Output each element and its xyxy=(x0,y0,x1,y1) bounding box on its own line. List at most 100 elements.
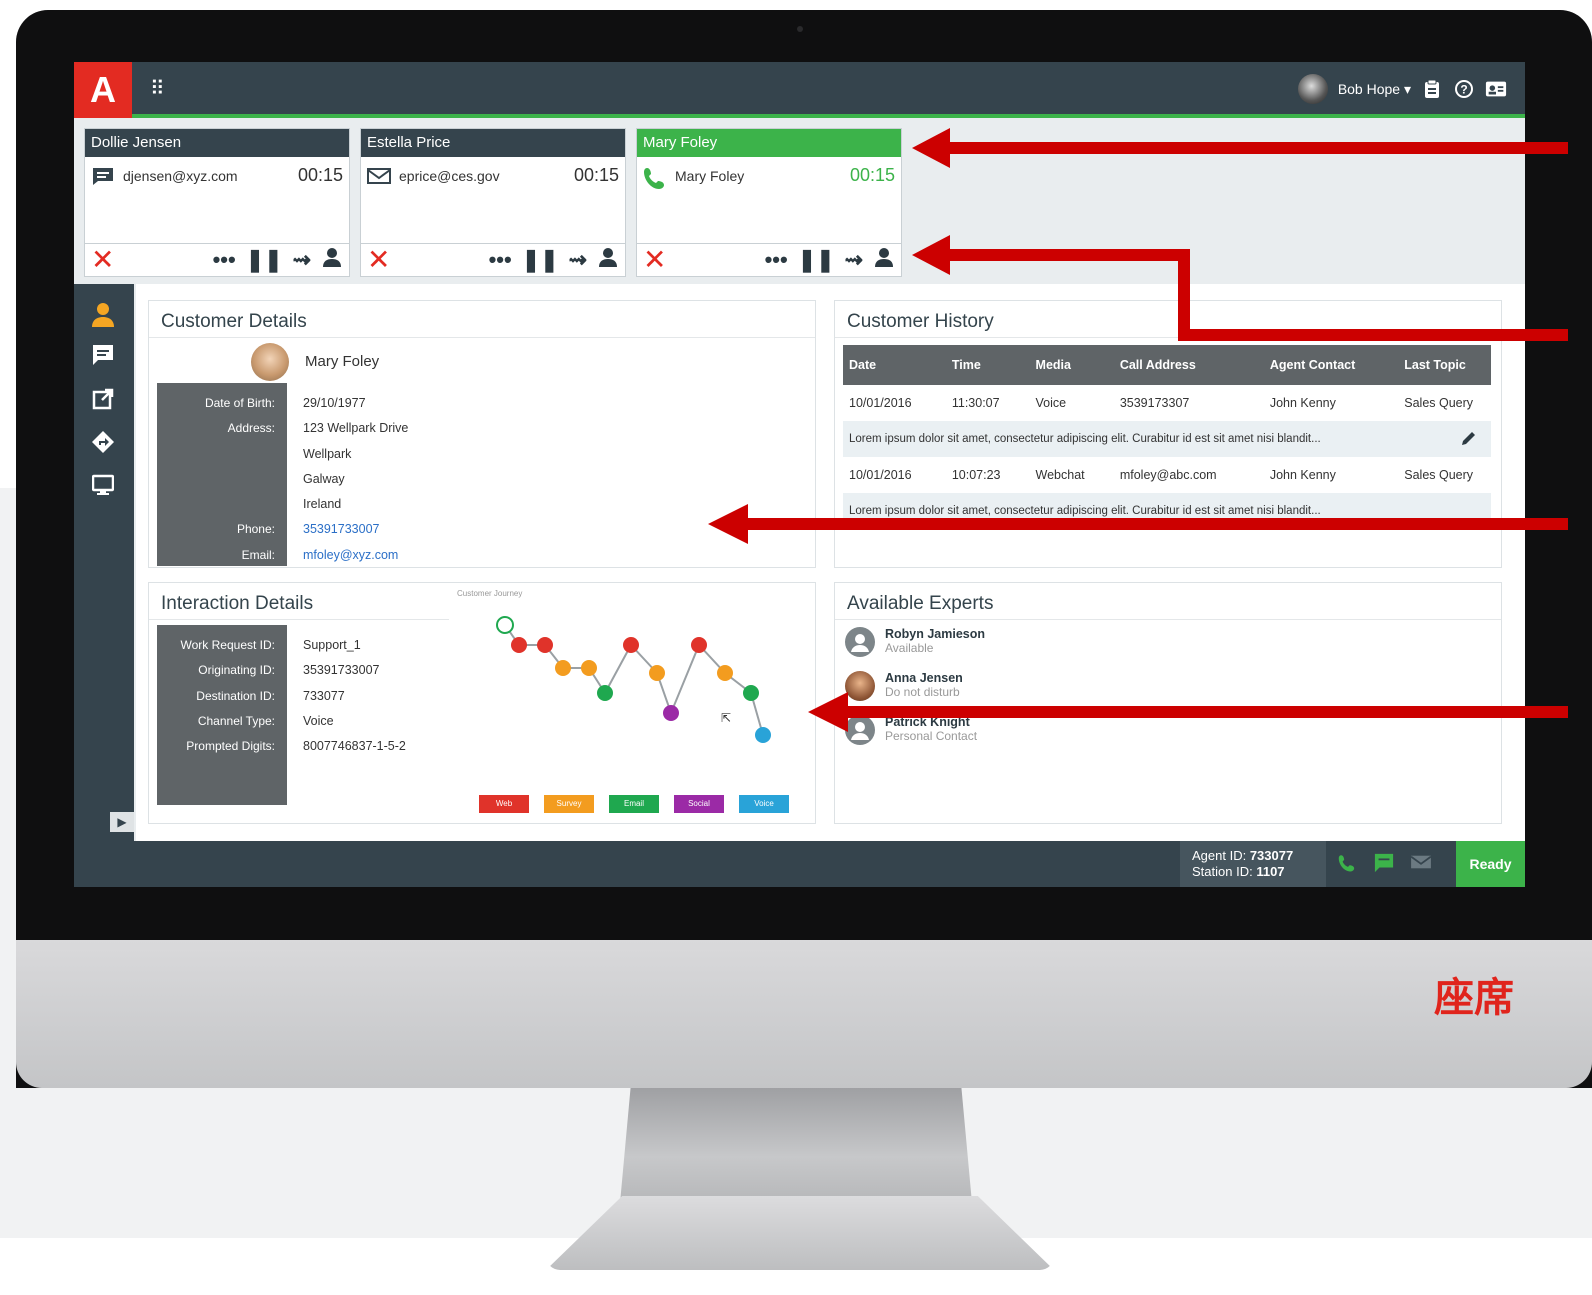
station-id-label: Station ID: xyxy=(1192,864,1253,879)
journey-point[interactable] xyxy=(555,660,571,676)
table-note-row[interactable]: Lorem ipsum dolor sit amet, consectetur … xyxy=(843,493,1491,529)
journey-point[interactable] xyxy=(755,727,771,743)
journey-point[interactable] xyxy=(663,705,679,721)
expert-status: Available xyxy=(885,641,934,655)
field-label: Channel Type: xyxy=(197,713,275,728)
cell-topic: Sales Query xyxy=(1404,468,1474,482)
clipboard-icon[interactable] xyxy=(1421,78,1443,100)
email-link[interactable]: mfoley@xyz.com xyxy=(303,543,408,568)
end-call-button[interactable]: ✕ xyxy=(367,245,407,275)
column-header[interactable]: Media xyxy=(1029,345,1114,385)
station-id-value: 1107 xyxy=(1256,864,1285,879)
cell-address: 3539173307 xyxy=(1119,396,1190,410)
expert-status: Personal Contact xyxy=(885,729,978,743)
journey-point[interactable] xyxy=(691,637,707,653)
expert-item[interactable]: Patrick Knight Personal Contact xyxy=(845,715,977,745)
journey-point[interactable] xyxy=(597,685,613,701)
expand-sidebar-button[interactable]: ▶ xyxy=(110,812,134,832)
cell-agent: John Kenny xyxy=(1269,396,1336,410)
field-label: Originating ID: xyxy=(198,663,275,678)
legend-item[interactable]: Voice xyxy=(739,795,789,813)
hold-icon[interactable]: ❚❚ xyxy=(798,247,835,273)
edit-icon[interactable] xyxy=(1398,421,1491,457)
field-value: Support_1 xyxy=(303,638,361,652)
journey-point[interactable] xyxy=(717,665,733,681)
column-header[interactable]: Agent Contact xyxy=(1263,345,1399,385)
transfer-icon[interactable]: ⇝ xyxy=(845,247,863,273)
journey-point[interactable] xyxy=(581,660,597,676)
transfer-icon[interactable]: ⇝ xyxy=(293,247,311,273)
ready-button[interactable]: Ready xyxy=(1456,841,1525,887)
legend-item[interactable]: Web xyxy=(479,795,529,813)
legend-item[interactable]: Social xyxy=(674,795,724,813)
open-external-icon[interactable] xyxy=(90,388,116,414)
expert-item[interactable]: Robyn Jamieson Available xyxy=(845,627,985,657)
customer-avatar xyxy=(251,343,289,381)
legend-item[interactable]: Email xyxy=(609,795,659,813)
panel-title: Interaction Details xyxy=(149,583,449,620)
journey-point[interactable] xyxy=(649,665,665,681)
dialpad-icon[interactable]: ⠿ xyxy=(150,76,165,101)
agent-id-value: 733077 xyxy=(1249,848,1294,863)
user-avatar[interactable] xyxy=(1297,74,1328,104)
call-card[interactable]: Dollie Jensen djensen@xyz.com 00:15 ✕ ••… xyxy=(84,128,350,277)
journey-point[interactable] xyxy=(743,685,759,701)
table-row[interactable]: 10/01/2016 11:30:07 Voice 3539173307 Joh… xyxy=(843,385,1491,421)
chat-icon[interactable] xyxy=(90,344,116,370)
field-value: 35391733007 xyxy=(303,663,380,678)
address-line: Galway xyxy=(303,471,345,486)
cell-note: Lorem ipsum dolor sit amet, consectetur … xyxy=(843,421,1399,457)
expert-status: Do not disturb xyxy=(885,685,960,699)
phone-link[interactable]: 35391733007 xyxy=(303,517,408,542)
consult-agent-icon[interactable] xyxy=(597,246,619,274)
cell-media: Webchat xyxy=(1035,468,1085,482)
address-line: Wellpark xyxy=(303,446,352,461)
legend-item[interactable]: Survey xyxy=(544,795,594,813)
call-address: eprice@ces.gov xyxy=(399,167,500,184)
journey-point[interactable] xyxy=(537,637,553,653)
chat-icon[interactable] xyxy=(1374,853,1394,878)
journey-point[interactable] xyxy=(511,637,527,653)
customer-icon[interactable] xyxy=(90,302,116,328)
column-header[interactable]: Call Address xyxy=(1113,345,1264,385)
more-options-icon[interactable]: ••• xyxy=(489,247,512,273)
expert-item[interactable]: Anna Jensen Do not disturb xyxy=(845,671,963,701)
cell-time: 10:07:23 xyxy=(951,468,1001,482)
help-icon[interactable]: ? xyxy=(1453,78,1475,100)
table-row[interactable]: 10/01/2016 10:07:23 Webchat mfoley@abc.c… xyxy=(843,457,1491,493)
table-note-row[interactable]: Lorem ipsum dolor sit amet, consectetur … xyxy=(843,421,1491,457)
call-address: Mary Foley xyxy=(675,167,745,184)
email-icon[interactable] xyxy=(1410,853,1432,878)
journey-point[interactable] xyxy=(623,637,639,653)
email-label: Email: xyxy=(241,547,275,562)
agent-id-label: Agent ID: xyxy=(1192,848,1247,863)
call-card-active[interactable]: Mary Foley Mary Foley 00:15 ✕ ••• ❚❚ ⇝ xyxy=(636,128,902,277)
dob-label: Date of Birth: xyxy=(204,396,275,410)
directions-icon[interactable] xyxy=(90,430,116,456)
more-options-icon[interactable]: ••• xyxy=(213,247,236,273)
column-header[interactable]: Last Topic xyxy=(1398,345,1491,385)
column-header[interactable]: Date xyxy=(843,345,946,385)
more-options-icon[interactable]: ••• xyxy=(765,247,788,273)
expert-avatar xyxy=(845,671,875,701)
field-label: Work Request ID: xyxy=(180,638,275,652)
consult-agent-icon[interactable] xyxy=(321,246,343,274)
consult-agent-icon[interactable] xyxy=(873,246,895,274)
end-call-button[interactable]: ✕ xyxy=(643,245,683,275)
customer-name: Mary Foley xyxy=(305,353,380,370)
column-header[interactable]: Time xyxy=(945,345,1030,385)
call-card[interactable]: Estella Price eprice@ces.gov 00:15 ✕ •••… xyxy=(360,128,626,277)
main-content: Customer Details Mary Foley Date of Birt… xyxy=(136,284,1525,841)
phone-icon[interactable] xyxy=(1338,853,1358,878)
expert-name: Anna Jensen xyxy=(885,671,963,685)
user-name[interactable]: Bob Hope ▾ xyxy=(1338,81,1411,98)
journey-point[interactable] xyxy=(496,616,514,634)
transfer-icon[interactable]: ⇝ xyxy=(569,247,587,273)
contact-card-icon[interactable] xyxy=(1485,78,1507,100)
end-call-button[interactable]: ✕ xyxy=(91,245,131,275)
desktop-icon[interactable] xyxy=(90,474,116,500)
address-line: Ireland xyxy=(303,497,342,512)
hold-icon[interactable]: ❚❚ xyxy=(246,247,283,273)
hold-icon[interactable]: ❚❚ xyxy=(522,247,559,273)
app-logo[interactable]: A xyxy=(74,62,132,118)
